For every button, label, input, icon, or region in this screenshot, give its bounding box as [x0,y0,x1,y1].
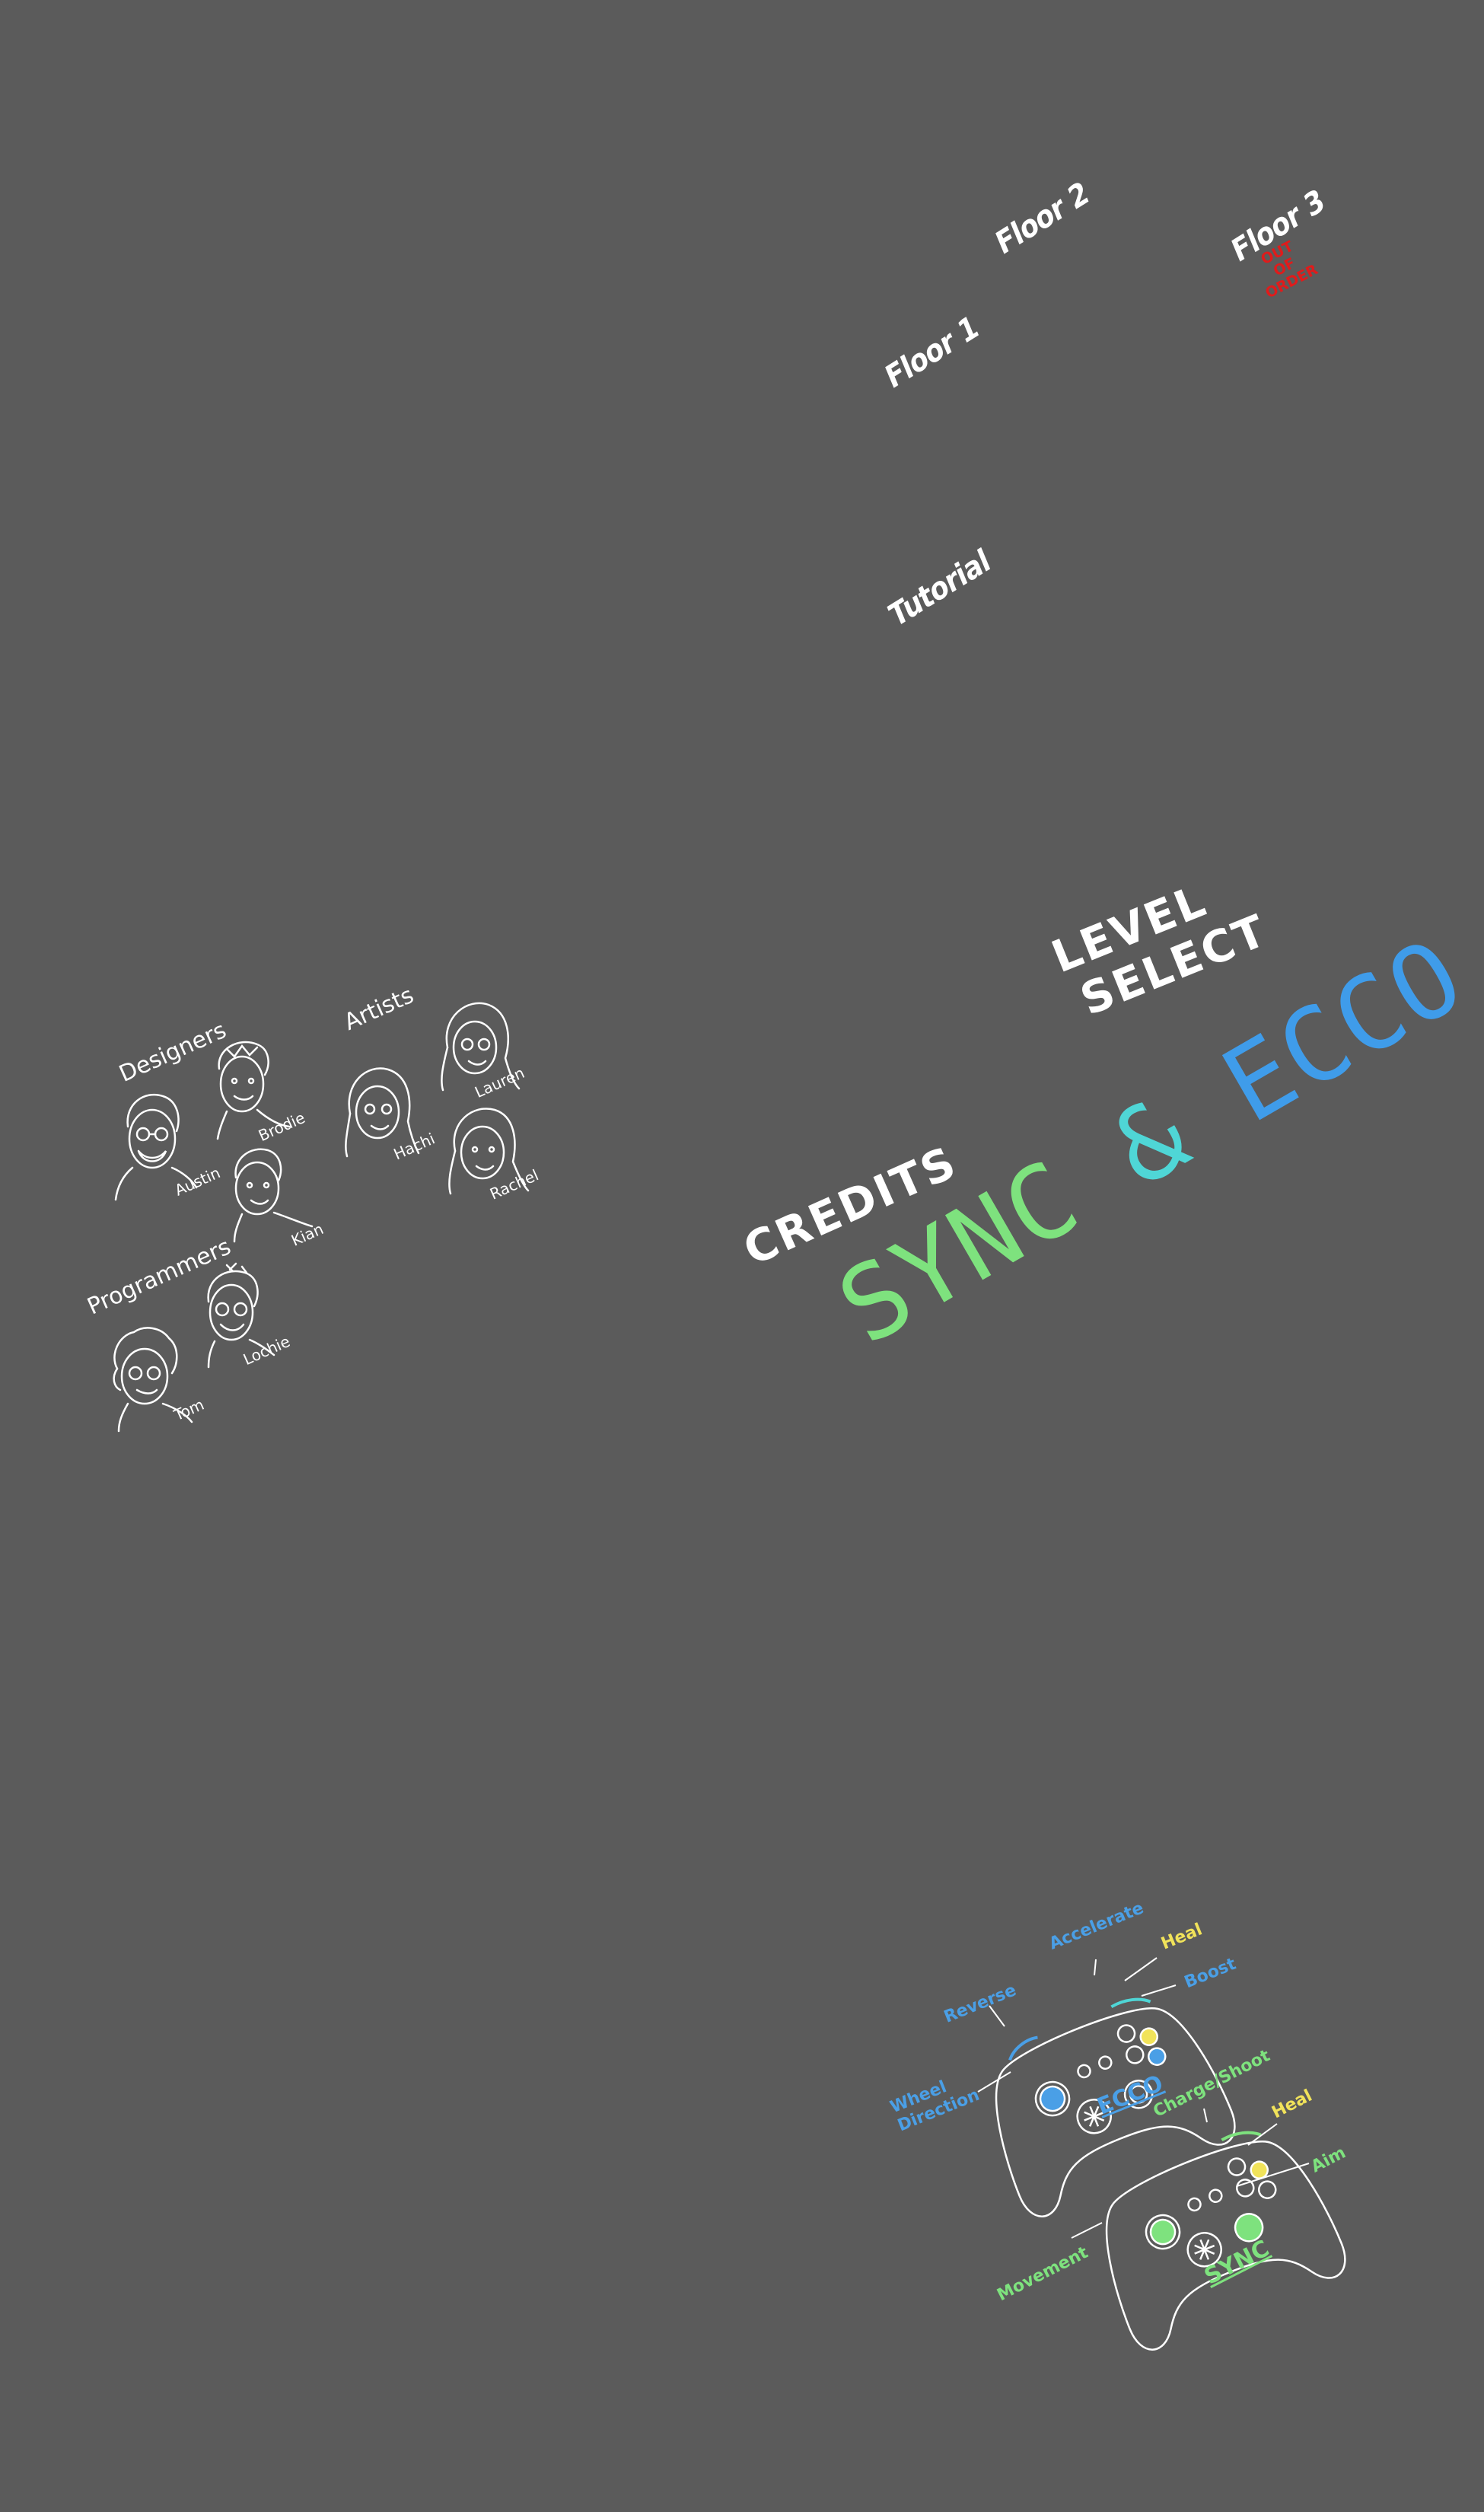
sync-controller-icon [1105,2131,1346,2351]
controllers-diagram [977,1957,1346,2351]
